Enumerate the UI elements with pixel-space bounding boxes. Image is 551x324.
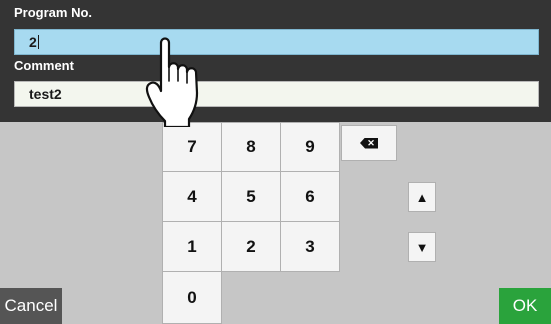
key-1[interactable]: 1 (162, 221, 222, 272)
arrow-up-icon: ▲ (415, 189, 429, 205)
key-6[interactable]: 6 (280, 171, 340, 222)
program-no-field[interactable]: 2 (14, 29, 539, 55)
comment-value: test2 (29, 86, 62, 102)
down-arrow-button[interactable]: ▼ (408, 232, 436, 262)
key-7[interactable]: 7 (162, 122, 222, 172)
backspace-icon: ✕ (360, 137, 378, 149)
text-cursor (37, 35, 39, 49)
program-no-value: 2 (29, 34, 37, 50)
arrow-down-icon: ▼ (415, 239, 429, 255)
ok-button[interactable]: OK (499, 288, 551, 324)
key-0[interactable]: 0 (162, 271, 222, 324)
cancel-button[interactable]: Cancel (0, 288, 62, 324)
key-8[interactable]: 8 (221, 122, 281, 172)
comment-field[interactable]: test2 (14, 81, 539, 107)
key-4[interactable]: 4 (162, 171, 222, 222)
key-9[interactable]: 9 (280, 122, 340, 172)
up-arrow-button[interactable]: ▲ (408, 182, 436, 212)
backspace-button[interactable]: ✕ (341, 125, 397, 161)
key-2[interactable]: 2 (221, 221, 281, 272)
program-no-label: Program No. (14, 5, 93, 20)
comment-label: Comment (14, 58, 74, 73)
key-3[interactable]: 3 (280, 221, 340, 272)
key-5[interactable]: 5 (221, 171, 281, 222)
input-header: Program No. 2 Comment test2 (0, 0, 551, 122)
